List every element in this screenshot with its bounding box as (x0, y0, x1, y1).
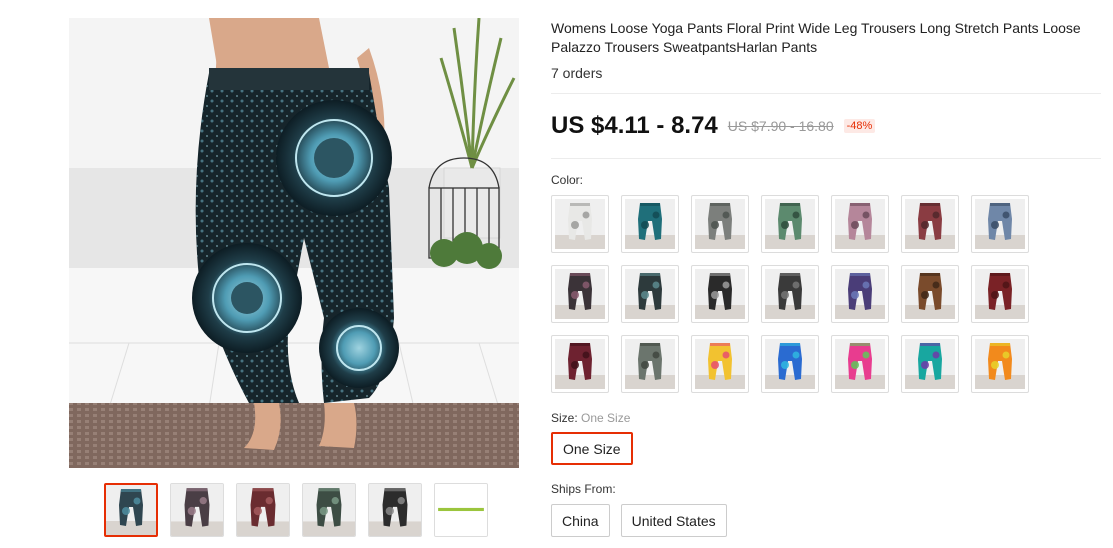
color-swatch-grey-floral[interactable] (691, 195, 749, 253)
color-swatch-brown[interactable] (901, 265, 959, 323)
color-swatch-teal[interactable] (621, 195, 679, 253)
color-swatch-tie-dye-orange[interactable] (971, 335, 1029, 393)
swatch-image (835, 269, 885, 319)
order-count: 7 orders (551, 65, 603, 81)
swatch-image (765, 339, 815, 389)
swatch-image (625, 269, 675, 319)
swatch-image (555, 199, 605, 249)
color-swatch-black-teal[interactable] (621, 265, 679, 323)
swatch-image (695, 339, 745, 389)
product-title: Womens Loose Yoga Pants Floral Print Wid… (551, 20, 1081, 55)
swatch-image (555, 269, 605, 319)
current-price: US $4.11 - 8.74 (551, 112, 718, 139)
swatch-image (835, 199, 885, 249)
color-swatch-tie-dye-blue[interactable] (761, 335, 819, 393)
thumbnail-strip (104, 483, 488, 537)
color-swatch-wine[interactable] (551, 335, 609, 393)
swatch-image (975, 199, 1025, 249)
swatch-image (625, 199, 675, 249)
color-swatch-blue-floral[interactable] (971, 195, 1029, 253)
gallery-thumbnail-5[interactable] (368, 483, 422, 537)
swatch-image (835, 339, 885, 389)
ships-from-united-states[interactable]: United States (620, 504, 727, 537)
color-swatch-tie-dye-teal[interactable] (901, 335, 959, 393)
swatch-image (765, 199, 815, 249)
size-label-row: Size: One Size (551, 411, 630, 425)
color-swatch-purple-blue[interactable] (831, 265, 889, 323)
swatch-image (905, 339, 955, 389)
size-label: Size: (551, 411, 578, 425)
color-swatch-white[interactable] (551, 195, 609, 253)
ships-from-label: Ships From: (551, 482, 616, 496)
swatch-image (555, 339, 605, 389)
gallery-thumbnail-2[interactable] (170, 483, 224, 537)
color-swatch-green-floral[interactable] (761, 195, 819, 253)
gallery-thumbnail-4[interactable] (302, 483, 356, 537)
swatch-image (975, 339, 1025, 389)
color-swatch-black-white[interactable] (691, 265, 749, 323)
color-swatch-grid (551, 195, 1029, 393)
color-swatch-pink-floral[interactable] (831, 195, 889, 253)
gallery-thumbnail-6[interactable] (434, 483, 488, 537)
swatch-image (765, 269, 815, 319)
color-label: Color: (551, 173, 584, 187)
gallery-thumbnail-1[interactable] (104, 483, 158, 537)
gallery-thumbnail-3[interactable] (236, 483, 290, 537)
ships-from-china[interactable]: China (551, 504, 610, 537)
divider (551, 158, 1101, 159)
product-photo-illustration (69, 18, 519, 468)
size-selected-value: One Size (581, 411, 631, 425)
color-swatch-grey-green[interactable] (621, 335, 679, 393)
color-swatch-red-floral[interactable] (901, 195, 959, 253)
ships-from-options: China United States (551, 504, 727, 537)
swatch-image (695, 199, 745, 249)
swatch-image (905, 199, 955, 249)
divider (551, 93, 1101, 94)
color-swatch-tie-dye-pink[interactable] (831, 335, 889, 393)
swatch-image (695, 269, 745, 319)
swatch-image (975, 269, 1025, 319)
swatch-image (625, 339, 675, 389)
color-swatch-rainbow-yellow[interactable] (691, 335, 749, 393)
size-option-one-size[interactable]: One Size (551, 432, 633, 465)
original-price: US $7.90 - 16.80 (727, 118, 834, 134)
color-swatch-dark-red[interactable] (971, 265, 1029, 323)
color-swatch-black-pink[interactable] (551, 265, 609, 323)
swatch-image (905, 269, 955, 319)
color-swatch-black-grey[interactable] (761, 265, 819, 323)
discount-badge: -48% (843, 119, 876, 133)
main-product-image[interactable] (69, 18, 519, 468)
price-row: US $4.11 - 8.74 US $7.90 - 16.80 -48% (551, 112, 876, 140)
